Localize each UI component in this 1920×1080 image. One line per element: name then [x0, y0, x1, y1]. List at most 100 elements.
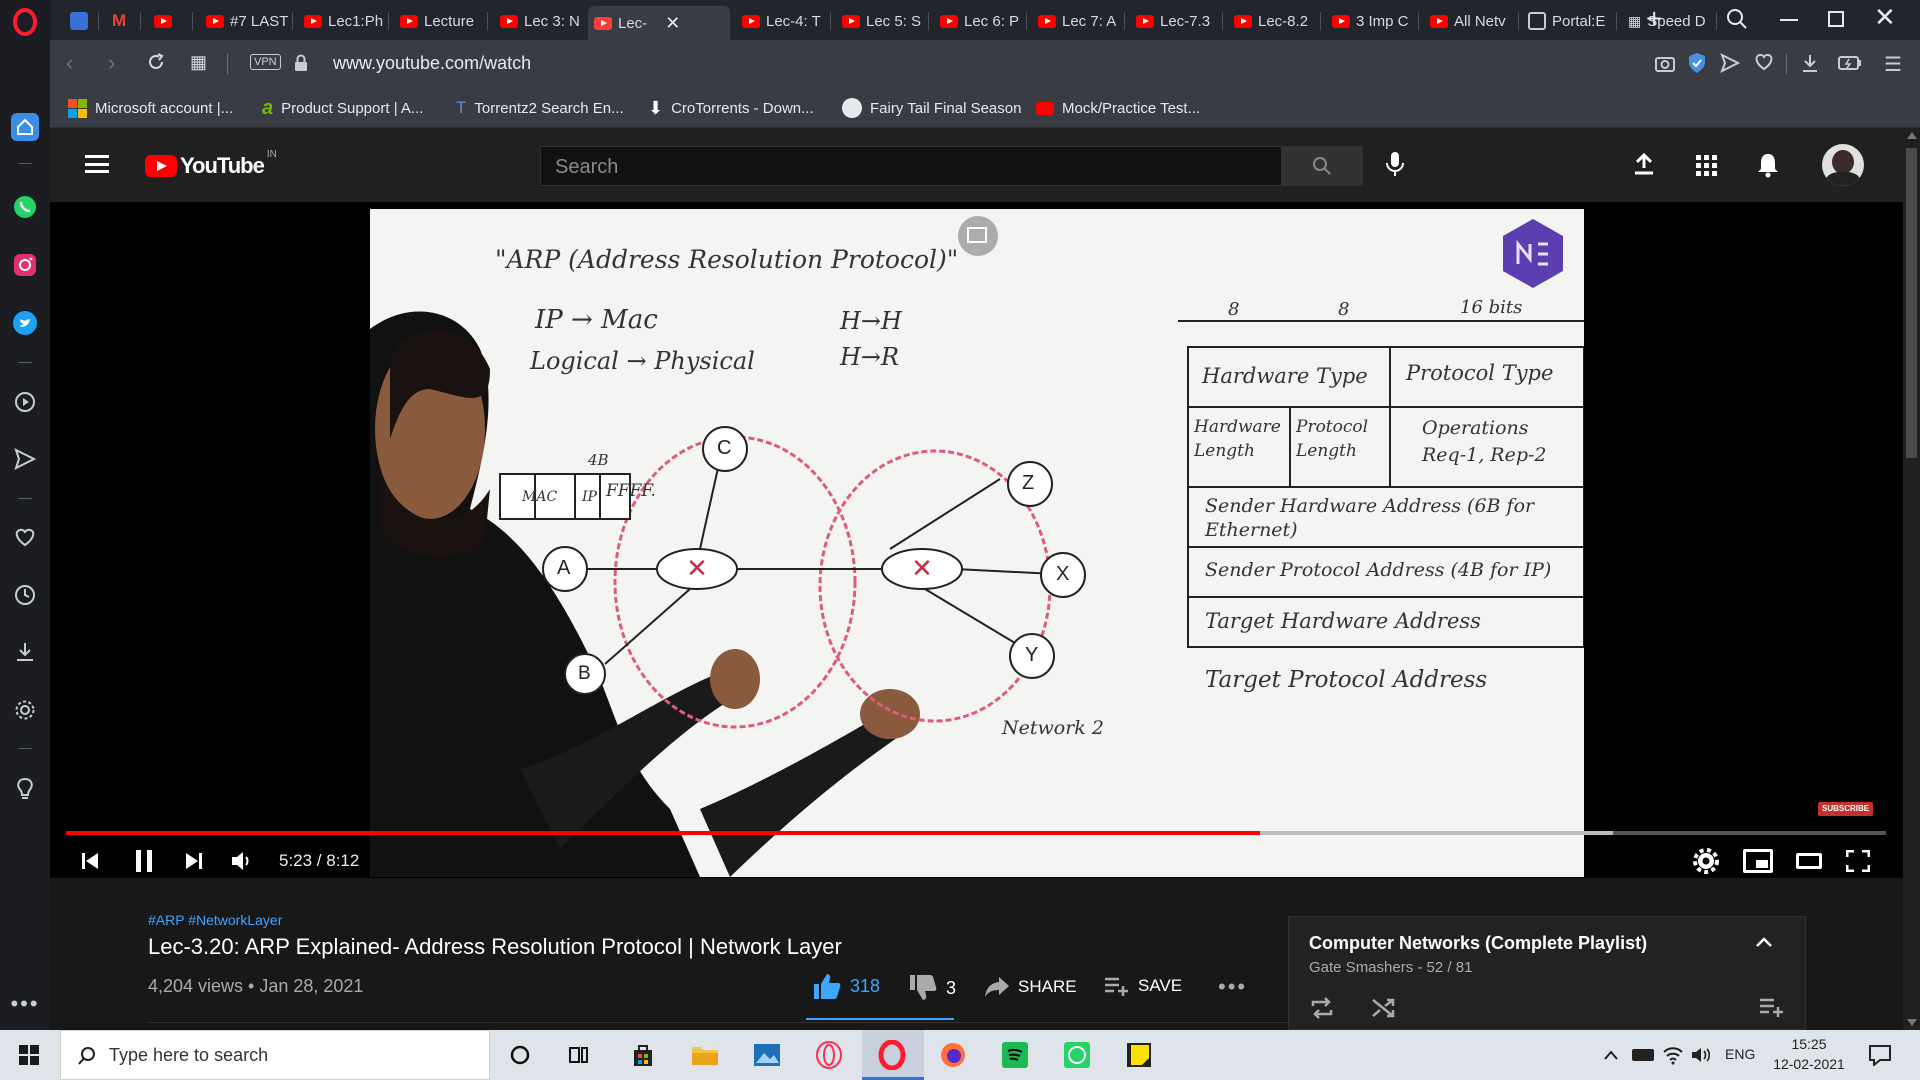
tab-9[interactable]: Lec 5: S [836, 6, 926, 36]
menu-hamburger-icon[interactable] [85, 155, 109, 173]
opera-logo-icon[interactable] [11, 8, 39, 36]
file-explorer-icon[interactable] [690, 1040, 720, 1070]
bookmark-microsoft[interactable]: Microsoft account |... [68, 96, 233, 120]
more-actions-icon[interactable]: ••• [1218, 974, 1247, 1000]
playlist-title[interactable]: Computer Networks (Complete Playlist) [1309, 933, 1647, 954]
firefox-icon[interactable] [938, 1040, 968, 1070]
photos-icon[interactable] [752, 1040, 782, 1070]
dislike-button[interactable]: 3 [908, 974, 956, 1002]
task-view-icon[interactable] [565, 1040, 595, 1070]
whatsapp-icon[interactable] [1062, 1040, 1092, 1070]
tab-14[interactable]: 3 Imp C [1326, 6, 1416, 36]
tab-11[interactable]: Lec 7: A [1032, 6, 1122, 36]
store-icon[interactable] [628, 1040, 658, 1070]
bookmark-crotorrents[interactable]: ⬇ CroTorrents - Down... [648, 96, 814, 120]
instagram-icon[interactable] [11, 251, 39, 279]
tab-12[interactable]: Lec-7.3 [1130, 6, 1220, 36]
tab-6[interactable]: Lec 3: N [494, 6, 582, 36]
opera-gx-icon[interactable] [814, 1040, 844, 1070]
save-button[interactable]: SAVE [1104, 976, 1182, 996]
tab-overview-icon[interactable]: ▦ [190, 52, 207, 73]
lightbulb-icon[interactable] [11, 775, 39, 803]
tab-10[interactable]: Lec 6: P [934, 6, 1024, 36]
volume-icon[interactable] [230, 850, 254, 877]
history-icon[interactable] [11, 581, 39, 609]
more-icon[interactable]: ••• [10, 990, 39, 1018]
spotify-icon[interactable] [1000, 1040, 1030, 1070]
miniplayer-icon[interactable] [1743, 849, 1773, 873]
scrollbar-up-arrow-icon[interactable] [1907, 132, 1917, 139]
share-button[interactable]: SHARE [984, 976, 1077, 998]
search-input[interactable]: Search [540, 146, 1282, 186]
scrollbar-down-arrow-icon[interactable] [1907, 1019, 1917, 1026]
subscribe-badge[interactable]: SUBSCRIBE [1818, 802, 1874, 816]
tab-17[interactable]: ▦ Speed D [1622, 6, 1714, 36]
tab-7-active[interactable]: Lec- ✕ [588, 6, 730, 40]
forward-icon[interactable]: › [108, 50, 115, 76]
playlist-add-icon[interactable] [1759, 997, 1785, 1022]
vpn-badge[interactable]: VPN [250, 54, 281, 70]
whatsapp-icon[interactable] [11, 193, 39, 221]
upload-icon[interactable] [1633, 152, 1655, 181]
language-indicator[interactable]: ENG [1725, 1046, 1755, 1062]
progress-bar[interactable] [66, 831, 1886, 835]
send-page-icon[interactable] [1720, 52, 1741, 78]
notification-center-icon[interactable] [1868, 1044, 1892, 1071]
camera-icon[interactable] [1654, 53, 1676, 78]
tab-0[interactable] [64, 6, 94, 36]
tab-13[interactable]: Lec-8.2 [1228, 6, 1318, 36]
back-icon[interactable]: ‹ [66, 50, 73, 76]
bookmark-fairy-tail[interactable]: Fairy Tail Final Season [842, 96, 1021, 120]
video-frame[interactable]: ✕ ✕ "ARP (Address Resolution Protocol)" … [370, 209, 1584, 877]
search-tabs-icon[interactable] [1726, 8, 1748, 35]
tab-4[interactable]: Lec1:Ph [298, 6, 384, 36]
tab-3[interactable]: #7 LAST [200, 6, 288, 36]
sticky-notes-icon[interactable] [1124, 1040, 1154, 1070]
bookmark-heart-icon[interactable] [1754, 53, 1774, 76]
pause-icon[interactable] [133, 849, 155, 878]
twitter-icon[interactable] [11, 309, 39, 337]
minimize-icon[interactable] [1780, 19, 1798, 21]
apps-grid-icon[interactable] [1696, 155, 1717, 176]
speaker-icon[interactable] [1690, 1046, 1712, 1069]
tab-2[interactable] [148, 6, 178, 36]
tab-15[interactable]: All Netv [1424, 6, 1514, 36]
windows-start-icon[interactable] [19, 1045, 39, 1065]
downloads-icon[interactable] [11, 638, 39, 666]
microphone-icon[interactable] [1385, 150, 1405, 183]
skip-next-icon[interactable] [184, 851, 204, 876]
settings-gear-icon[interactable] [11, 696, 39, 724]
like-button[interactable]: 318 [812, 972, 880, 1000]
bookmark-torrentz2[interactable]: T Torrentz2 Search En... [456, 96, 624, 120]
clock[interactable]: 15:25 12-02-2021 [1766, 1034, 1852, 1074]
bookmark-mock-test[interactable]: Mock/Practice Test... [1036, 96, 1200, 120]
player-icon[interactable] [11, 388, 39, 416]
tab-16[interactable]: Portal:E [1522, 6, 1612, 36]
tab-1[interactable]: M [106, 6, 136, 36]
battery-icon[interactable] [1632, 1049, 1654, 1061]
opera-taskbar-active[interactable] [862, 1030, 924, 1080]
theater-mode-icon[interactable] [1796, 853, 1822, 869]
page-scrollbar[interactable] [1903, 128, 1920, 1030]
notifications-bell-icon[interactable] [1757, 152, 1779, 183]
cortana-icon[interactable] [505, 1040, 535, 1070]
fullscreen-icon[interactable] [1845, 849, 1871, 877]
bookmark-product-support[interactable]: a Product Support | A... [262, 96, 423, 120]
url-field[interactable]: www.youtube.com/watch [333, 53, 531, 74]
settings-gear-icon[interactable] [1693, 848, 1719, 879]
shuffle-icon[interactable] [1371, 997, 1397, 1024]
collapse-chevron-icon[interactable] [1755, 935, 1773, 953]
search-button[interactable] [1281, 146, 1363, 186]
reload-icon[interactable] [146, 52, 166, 77]
close-window-icon[interactable]: ✕ [1874, 2, 1896, 33]
battery-saver-icon[interactable] [1838, 55, 1862, 76]
hashtags-link[interactable]: #ARP #NetworkLayer [148, 912, 282, 928]
new-tab-icon[interactable]: + [1646, 0, 1662, 38]
show-hidden-icons-chevron[interactable] [1603, 1048, 1619, 1066]
youtube-logo[interactable]: YouTube IN [145, 149, 277, 179]
home-icon[interactable] [11, 113, 39, 141]
lock-icon[interactable] [294, 54, 308, 77]
restore-icon[interactable] [1828, 11, 1844, 27]
send-icon[interactable] [11, 445, 39, 473]
skip-previous-icon[interactable] [80, 851, 100, 876]
